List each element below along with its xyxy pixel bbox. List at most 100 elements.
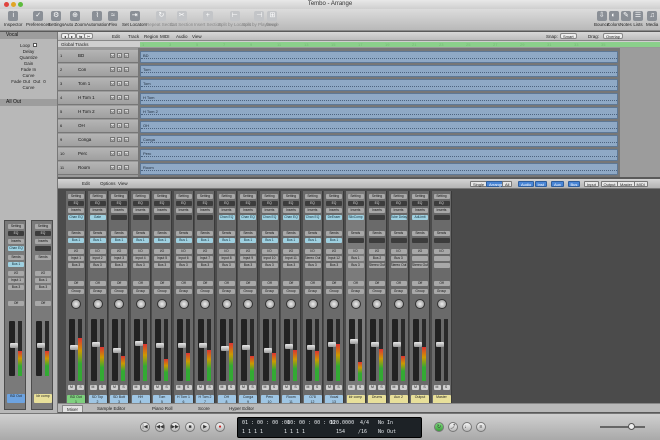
mute-button[interactable]: M xyxy=(412,385,419,390)
fader-cap[interactable] xyxy=(371,341,379,347)
input-slot[interactable]: Bus 2 xyxy=(369,256,385,261)
setting-button[interactable]: Setting xyxy=(89,194,106,199)
insert-slot[interactable]: Chan EQ xyxy=(240,215,256,220)
automation-mode[interactable]: Off xyxy=(197,281,213,286)
edit-tool-cut-section[interactable]: ✂ Cut Section xyxy=(170,11,193,27)
record-button[interactable]: R xyxy=(124,151,129,156)
solo-button[interactable]: S xyxy=(184,385,192,390)
forward-button[interactable]: ▶▶ xyxy=(170,422,180,432)
channel-name[interactable]: ldr comp xyxy=(34,394,52,403)
setting-button[interactable]: Setting xyxy=(304,194,321,199)
eq-display[interactable]: EQ xyxy=(283,201,299,206)
eq-display[interactable]: EQ xyxy=(433,201,450,206)
automation-mode[interactable]: Off xyxy=(240,281,256,286)
mute-button[interactable]: M xyxy=(110,137,115,142)
input-slot[interactable]: Input 7 xyxy=(197,256,213,261)
group-slot[interactable]: Group xyxy=(111,289,127,294)
right-tool-notes[interactable]: ✎ Notes xyxy=(620,11,632,27)
fader-cap[interactable] xyxy=(392,341,401,347)
automation-mode[interactable]: Off xyxy=(132,281,149,286)
setting-button[interactable]: Setting xyxy=(132,194,149,199)
right-tool-colors[interactable]: ◐ Colors xyxy=(607,11,620,27)
track-header[interactable]: 1 BD M S R xyxy=(58,50,138,63)
insert-slot[interactable]: Chan EQ xyxy=(68,215,84,220)
group-slot[interactable]: Group xyxy=(154,289,170,294)
mixer-filter-inst[interactable]: Inst xyxy=(534,181,547,187)
send-slot[interactable] xyxy=(347,238,364,243)
arrange-menu-region[interactable]: Region xyxy=(144,34,158,39)
mute-button[interactable]: M xyxy=(154,385,161,390)
group-slot[interactable]: Group xyxy=(68,289,84,294)
insert-slot[interactable]: DeEsser xyxy=(326,215,342,220)
minimize-icon[interactable] xyxy=(11,2,16,7)
group-slot[interactable]: Group xyxy=(412,289,428,294)
record-button[interactable]: R xyxy=(124,137,129,142)
automation-mode[interactable]: Off xyxy=(35,301,51,306)
automation-mode[interactable]: Off xyxy=(175,281,192,286)
arrange-menu-track[interactable]: Track xyxy=(128,34,139,39)
stop-button[interactable]: ■ xyxy=(185,422,195,432)
group-slot[interactable]: Group xyxy=(369,289,385,294)
send-slot[interactable]: Bus 1 xyxy=(240,238,256,243)
eq-display[interactable]: EQ xyxy=(111,201,127,206)
eq-display[interactable]: EQ xyxy=(261,201,278,206)
group-slot[interactable]: Group xyxy=(175,289,192,294)
input-slot[interactable]: Bus 3 xyxy=(390,256,407,261)
automation-mode[interactable]: Off xyxy=(154,281,170,286)
eq-display[interactable]: EQ xyxy=(304,201,321,206)
volume-fader[interactable] xyxy=(370,319,379,381)
insert-slot[interactable]: Chan EQ xyxy=(304,215,321,220)
output-slot[interactable]: Bus 3 xyxy=(68,263,84,268)
mixer-menu-view[interactable]: View xyxy=(118,181,128,186)
solo-button[interactable]: S xyxy=(117,53,122,58)
volume-fader[interactable] xyxy=(413,319,422,381)
eq-display[interactable]: EQ xyxy=(412,201,428,206)
track-parameters-header[interactable]: All Out xyxy=(0,99,57,106)
solo-button[interactable]: S xyxy=(117,123,122,128)
track-header[interactable]: 5 H Tom 2 MSR xyxy=(58,106,138,119)
eq-display[interactable]: EQ xyxy=(132,201,149,206)
master-volume-slider[interactable] xyxy=(600,423,645,430)
solo-button[interactable]: S xyxy=(141,385,149,390)
fader-cap[interactable] xyxy=(10,343,18,348)
fader-cap[interactable] xyxy=(349,338,358,344)
solo-button[interactable]: S xyxy=(442,385,450,390)
mid-tool-auto-zoom[interactable]: ⊕ Auto Zoom xyxy=(64,11,86,27)
track-header[interactable]: 3 Tom 1 MSR xyxy=(58,78,138,91)
send-slot[interactable]: Bus 1 xyxy=(283,238,299,243)
arrange-nav-icon[interactable]: ▸ xyxy=(68,33,77,39)
output-slot[interactable]: Bus 3 xyxy=(218,263,235,268)
input-slot[interactable]: Input 8 xyxy=(218,256,235,261)
input-slot[interactable]: Input 11 xyxy=(283,256,299,261)
close-icon[interactable] xyxy=(4,2,9,7)
pan-knob[interactable] xyxy=(243,299,253,309)
rewind-button[interactable]: ◀◀ xyxy=(155,422,165,432)
audio-region[interactable]: Conga xyxy=(140,135,618,147)
automation-mode[interactable]: Off xyxy=(433,281,450,286)
insert-slot[interactable]: Gate xyxy=(89,215,106,220)
record-button[interactable]: R xyxy=(124,123,129,128)
insert-slot[interactable] xyxy=(35,246,51,251)
solo-button[interactable]: S xyxy=(117,151,122,156)
automation-mode[interactable]: Off xyxy=(304,281,321,286)
volume-fader[interactable] xyxy=(348,319,358,381)
input-slot[interactable]: Input 10 xyxy=(261,256,278,261)
solo-button[interactable]: S xyxy=(249,385,256,390)
group-slot[interactable]: Group xyxy=(261,289,278,294)
input-slot[interactable]: Input 12 xyxy=(326,256,342,261)
automation-mode[interactable]: Off xyxy=(68,281,84,286)
mid-tool-automation[interactable]: ⌇ Automation xyxy=(86,11,109,27)
track-header[interactable]: 10 Perc M S R xyxy=(58,148,138,161)
pan-knob[interactable] xyxy=(71,299,81,309)
automation-mode[interactable]: Off xyxy=(326,281,342,286)
eq-display[interactable]: EQ xyxy=(369,201,385,206)
automation-mode[interactable]: Off xyxy=(111,281,127,286)
mixer-filter-input[interactable]: Input xyxy=(584,181,599,187)
mute-button[interactable]: M xyxy=(283,385,290,390)
insert-slot[interactable]: SilvComp xyxy=(347,215,364,220)
mute-button[interactable]: M xyxy=(68,385,75,390)
go-to-start-button[interactable]: |◀ xyxy=(140,422,150,432)
mute-button[interactable]: M xyxy=(240,385,247,390)
pan-knob[interactable] xyxy=(372,299,382,309)
audio-region[interactable]: H Tom xyxy=(140,93,618,105)
